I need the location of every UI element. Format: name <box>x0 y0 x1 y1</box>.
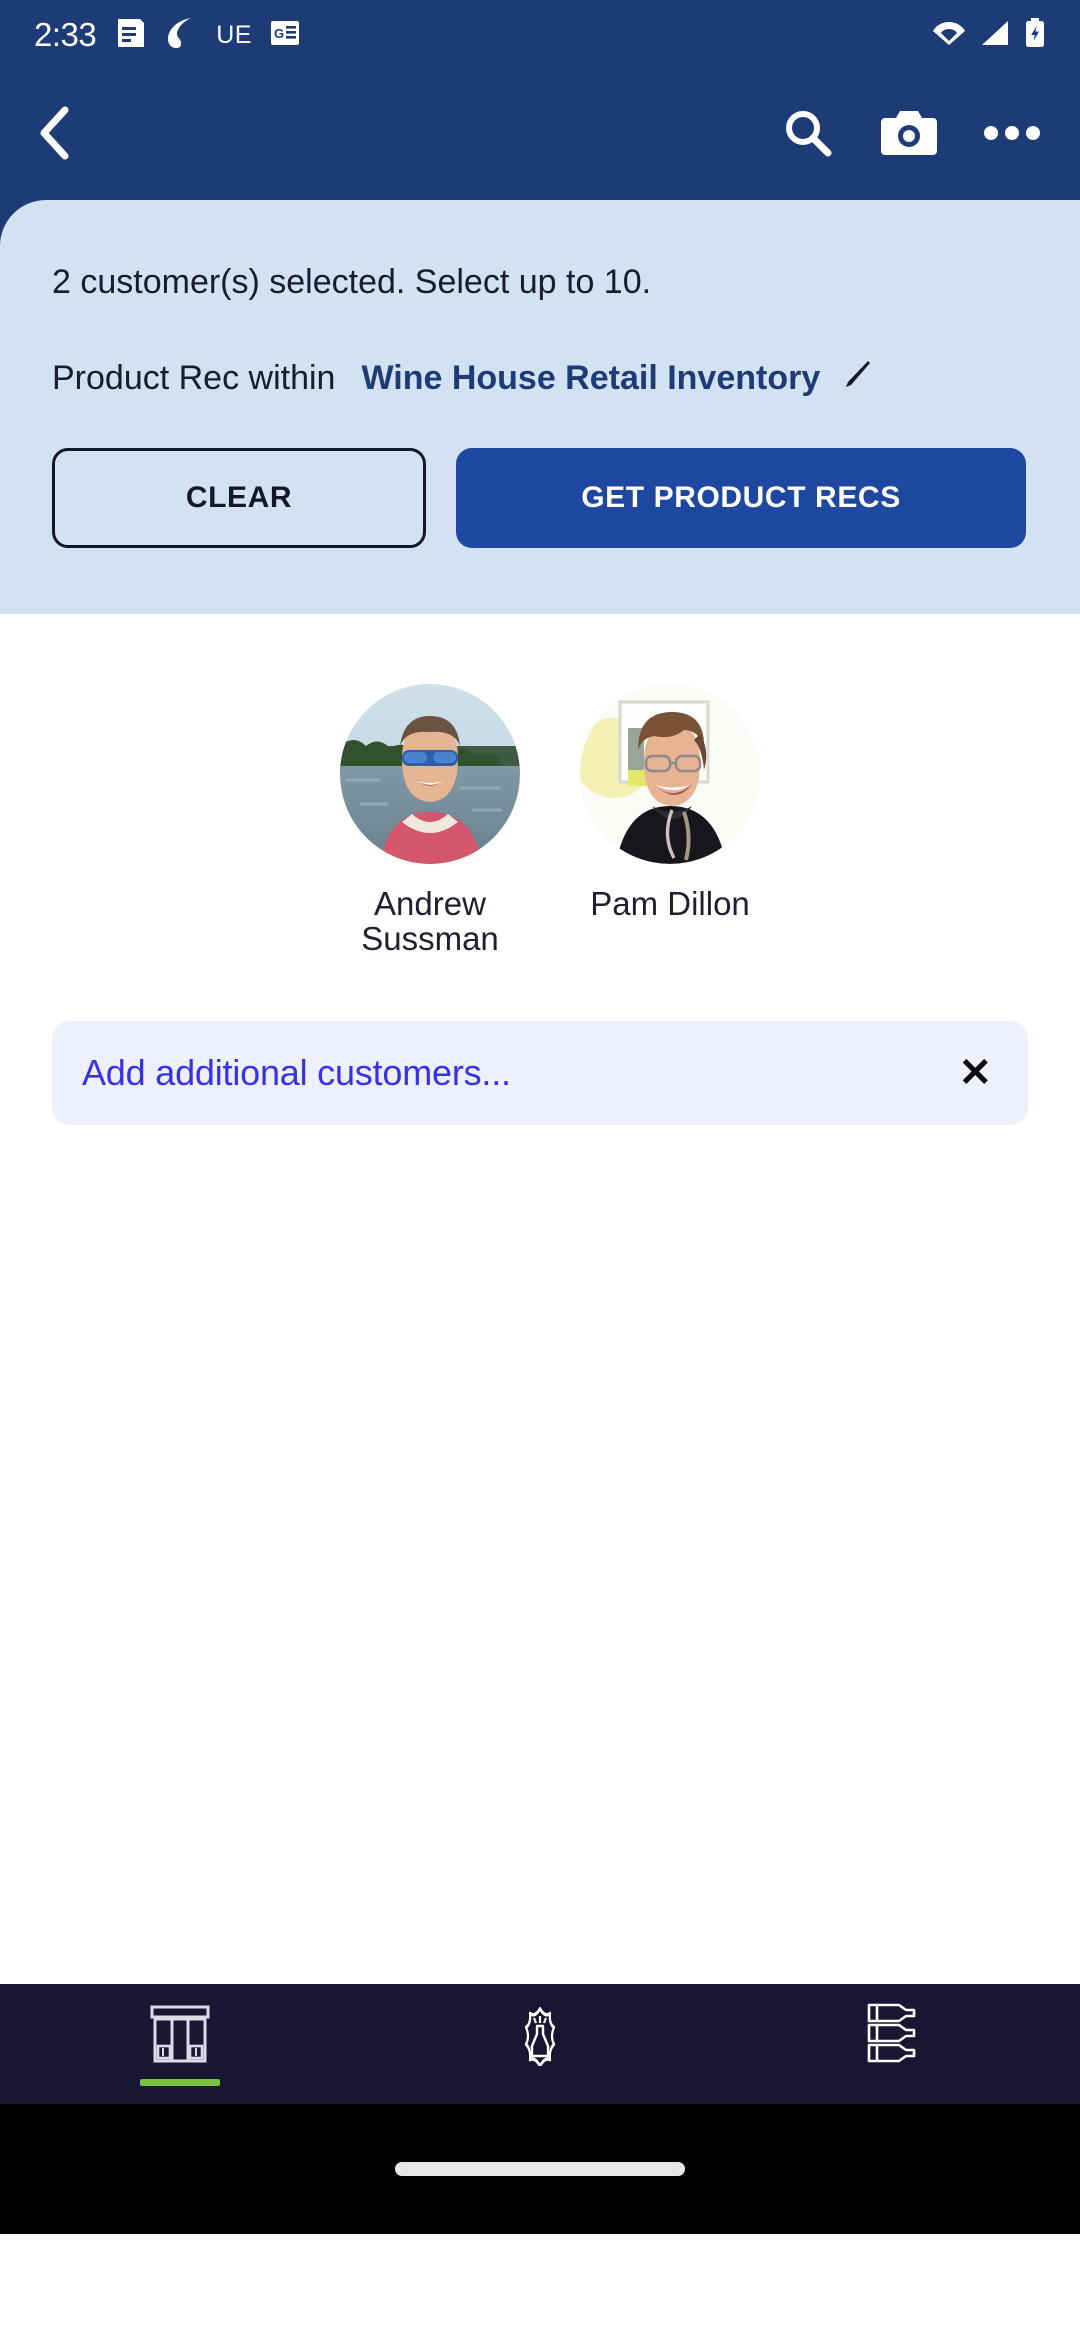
battery-charging-icon <box>1024 17 1046 53</box>
close-x-icon[interactable]: ✕ <box>958 1053 992 1093</box>
selected-customers-row: Andrew Sussman Pam Dillon <box>0 683 1080 958</box>
status-bar-left: 2:33 UE G <box>34 16 300 55</box>
photo-woman-glasses-black-top <box>580 683 760 864</box>
list-notification-icon <box>116 17 146 54</box>
search-button[interactable] <box>782 107 834 164</box>
customer-name: Pam Dillon <box>590 884 750 922</box>
avatar <box>340 683 520 864</box>
wifi-icon <box>932 19 966 52</box>
selection-info-panel: 2 customer(s) selected. Select up to 10.… <box>0 200 1080 614</box>
avatar <box>580 683 760 864</box>
add-customers-input[interactable]: Add additional customers... ✕ <box>52 1021 1028 1126</box>
pencil-edit-icon[interactable] <box>840 357 874 400</box>
customer-chip[interactable]: Pam Dillon <box>570 683 770 957</box>
three-wine-bottles-icon <box>865 2002 935 2071</box>
clear-button[interactable]: CLEAR <box>52 447 426 548</box>
app-bar <box>0 70 1080 200</box>
overflow-menu-button[interactable] <box>984 124 1040 147</box>
storefront-icon <box>147 2002 213 2071</box>
nav-active-indicator <box>140 2078 220 2086</box>
google-news-icon: G <box>270 19 300 52</box>
status-bar-right <box>932 17 1046 53</box>
back-chevron-icon <box>34 105 78 166</box>
gesture-pill[interactable] <box>395 2161 685 2176</box>
svg-text:G: G <box>274 26 284 41</box>
camera-icon <box>880 107 938 164</box>
info-panel-wrapper: 2 customer(s) selected. Select up to 10.… <box>0 200 1080 614</box>
cellular-signal-icon <box>980 19 1010 52</box>
customer-chip[interactable]: Andrew Sussman <box>330 683 530 958</box>
product-rec-scope-row: Product Rec within Wine House Retail Inv… <box>52 357 1028 400</box>
main-content: Andrew Sussman Pam Dillon Add additional… <box>0 613 1080 2234</box>
back-button[interactable] <box>34 105 78 166</box>
status-bar-clock: 2:33 <box>34 16 97 53</box>
selection-status-text: 2 customer(s) selected. Select up to 10. <box>52 263 652 301</box>
app-bar-actions <box>782 107 1050 164</box>
status-bar-notification-icons: UE G <box>116 16 300 55</box>
nav-item-bottles[interactable] <box>720 1984 1080 2104</box>
ue-label-icon: UE <box>216 20 252 49</box>
status-bar: 2:33 UE G <box>0 0 1080 70</box>
swoosh-app-icon <box>164 16 198 55</box>
system-gesture-bar <box>0 2103 1080 2234</box>
customer-name: Andrew Sussman <box>361 884 499 958</box>
get-product-recs-button[interactable]: GET PRODUCT RECS <box>456 447 1026 548</box>
photo-man-sunglasses-lake <box>340 683 520 864</box>
scope-value[interactable]: Wine House Retail Inventory <box>361 359 820 398</box>
wine-bottle-badge-icon <box>507 2002 573 2071</box>
camera-button[interactable] <box>880 107 938 164</box>
panel-action-buttons: CLEAR GET PRODUCT RECS <box>52 447 1028 614</box>
overflow-menu-icon <box>984 124 1040 147</box>
bottom-navigation-bar <box>0 1983 1080 2104</box>
nav-item-wine-badge[interactable] <box>360 1984 720 2104</box>
scope-label: Product Rec within <box>52 358 336 397</box>
search-icon <box>782 107 834 164</box>
nav-item-storefront[interactable] <box>0 1984 360 2104</box>
add-customers-placeholder: Add additional customers... <box>82 1052 511 1094</box>
